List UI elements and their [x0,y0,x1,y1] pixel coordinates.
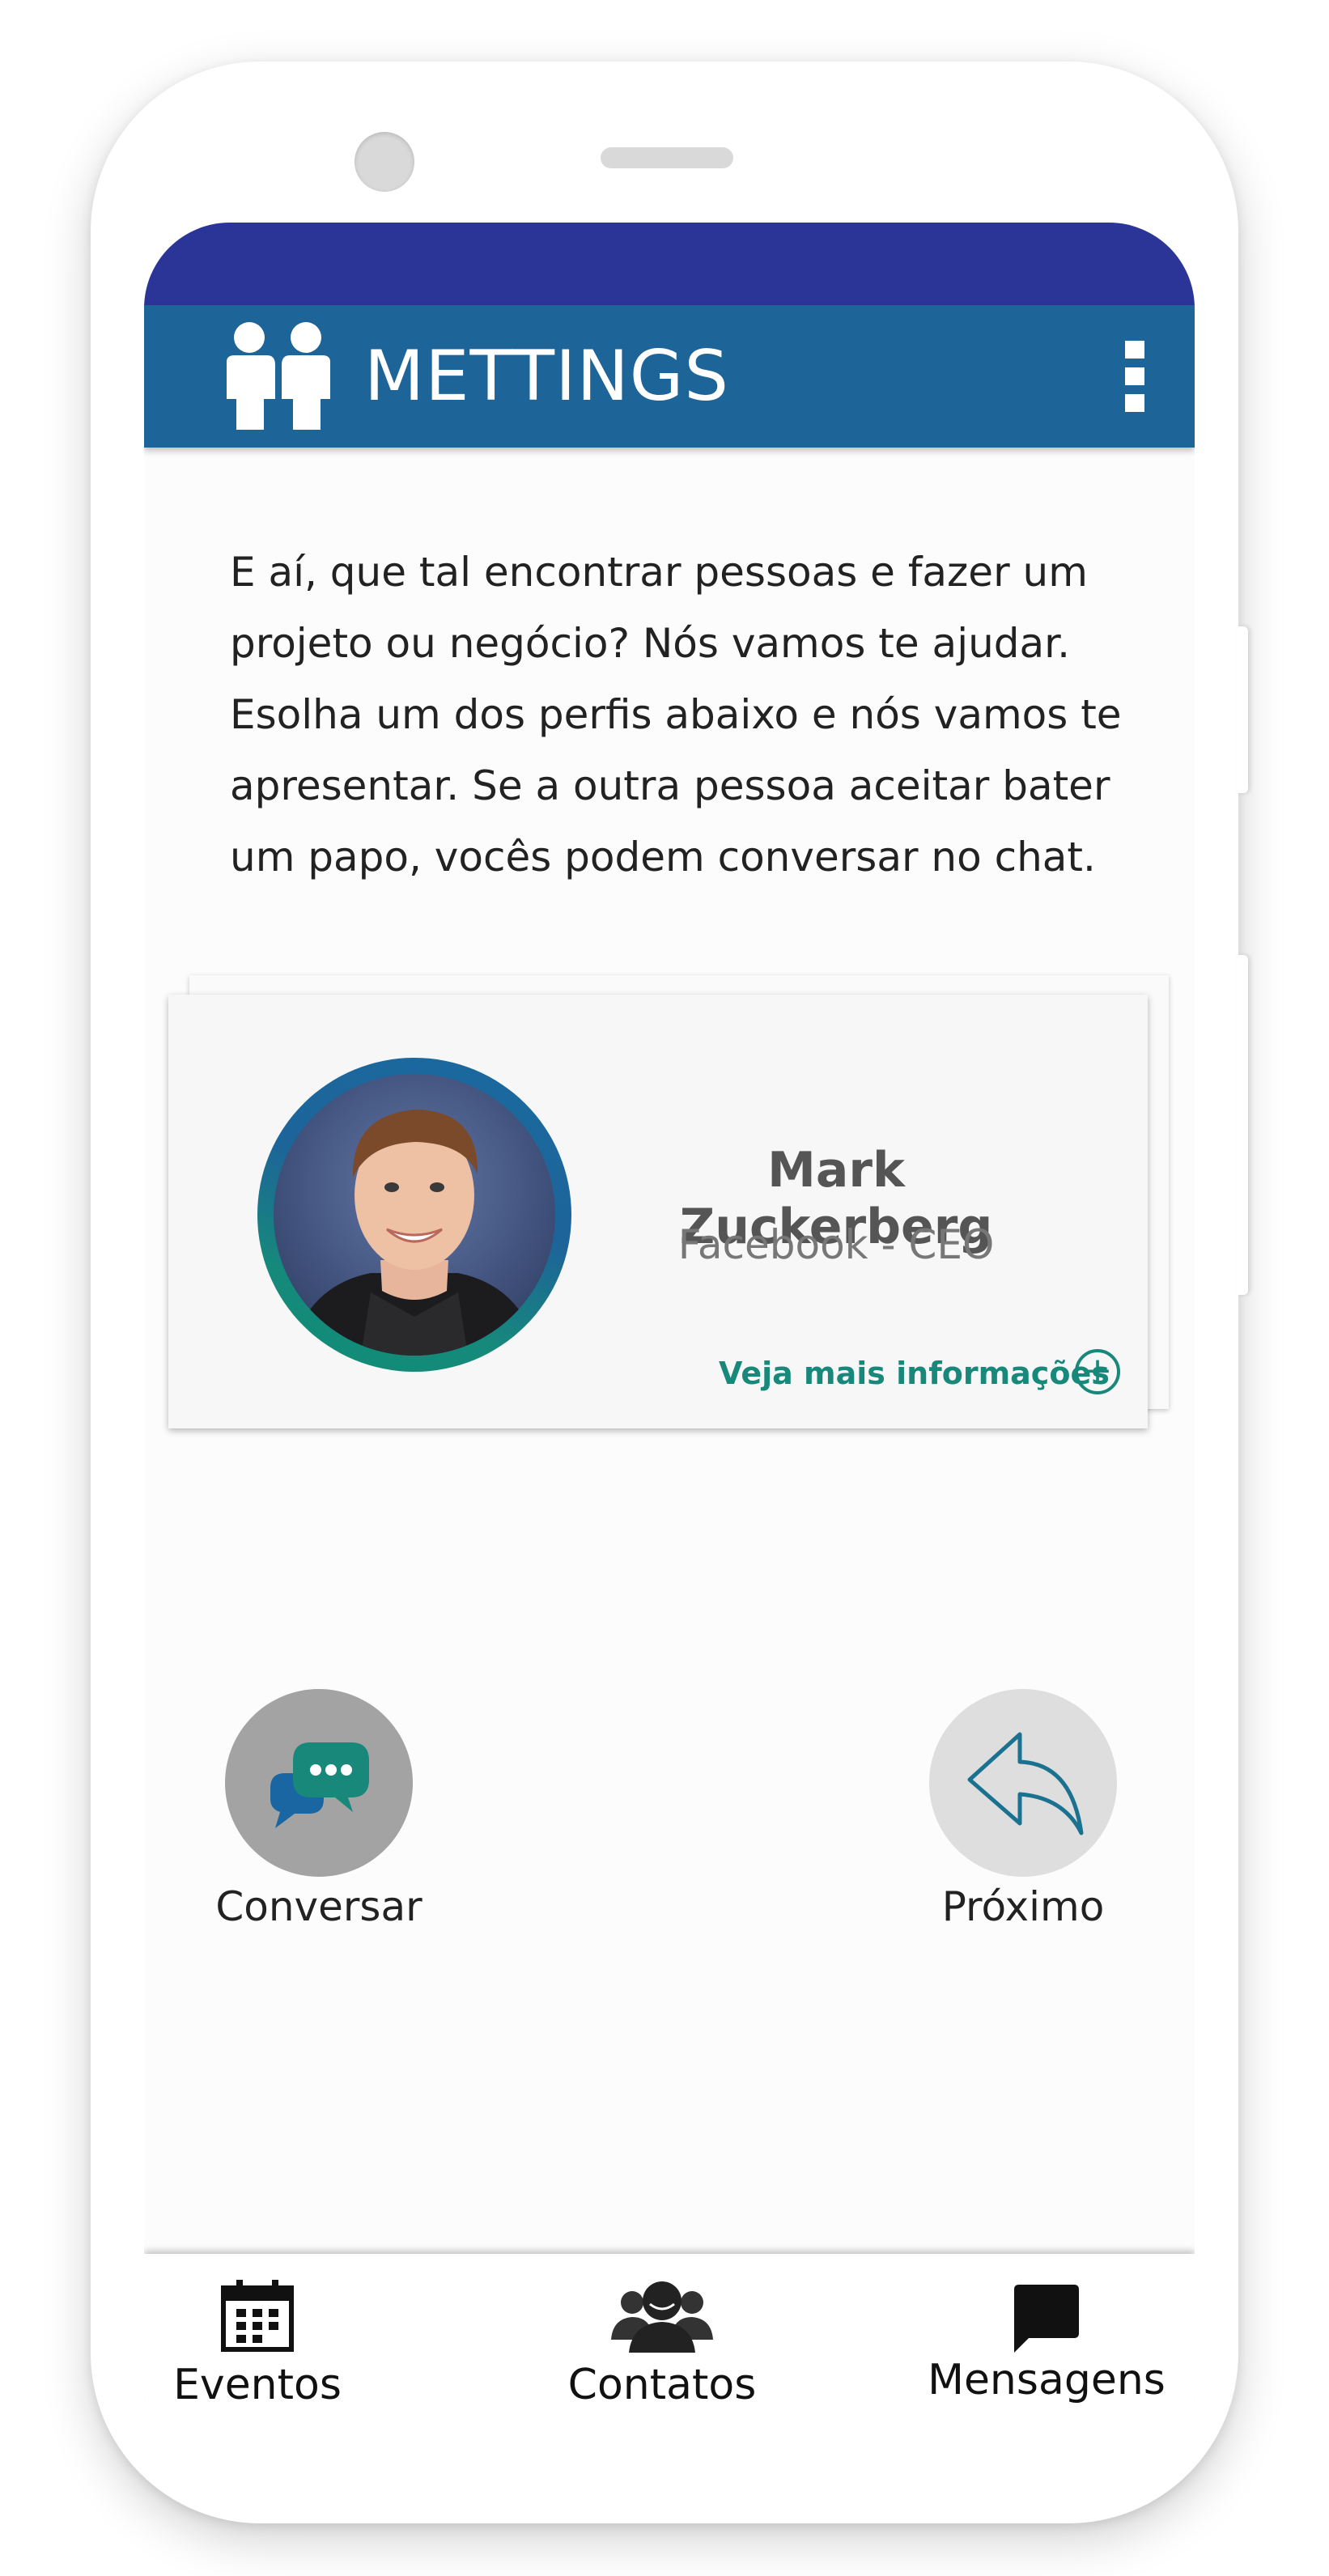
avatar-ring [257,1058,571,1372]
message-icon [1014,2285,1079,2353]
profile-card[interactable]: Mark Zuckerberg Facebook - CEO Veja mais… [168,995,1148,1428]
app-title: METTINGS [364,336,730,417]
chat-button[interactable] [225,1689,413,1877]
next-button[interactable] [929,1689,1117,1877]
phone-side-button [1237,626,1248,793]
nav-label-mensagens: Mensagens [928,2356,1166,2404]
app-bar: METTINGS [144,305,1195,448]
earpiece-speaker [601,147,733,168]
nav-label-contatos: Contatos [567,2361,757,2409]
app-screen: METTINGS E aí, que tal encontrar pessoas… [144,223,1195,2442]
contacts-icon [611,2281,713,2353]
bottom-nav: Eventos Contatos Mensagens [144,2254,1195,2442]
phone-side-button [1237,955,1248,1295]
person-photo [290,1110,539,1356]
front-camera [355,132,414,192]
reply-arrow-icon [967,1732,1084,1835]
chat-bubbles-icon [270,1742,369,1828]
nav-item-contatos[interactable]: Contatos [516,2254,808,2442]
people-pair-icon [227,322,330,430]
nav-item-mensagens[interactable]: Mensagens [901,2254,1192,2442]
person-role: Facebook - CEO [677,1221,995,1268]
vertical-dots-icon[interactable] [1125,341,1144,412]
intro-text: E aí, que tal encontrar pessoas e fazer … [230,549,1122,881]
calendar-icon [221,2280,294,2352]
next-label: Próximo [941,1883,1105,1930]
avatar [274,1074,555,1356]
more-info-link[interactable]: Veja mais informações [719,1356,1110,1391]
nav-label-eventos: Eventos [173,2361,342,2409]
chat-label: Conversar [215,1883,422,1930]
nav-item-eventos[interactable]: Eventos [144,2254,403,2442]
plus-circle-icon[interactable]: + [1075,1349,1120,1394]
status-bar [144,223,1195,307]
